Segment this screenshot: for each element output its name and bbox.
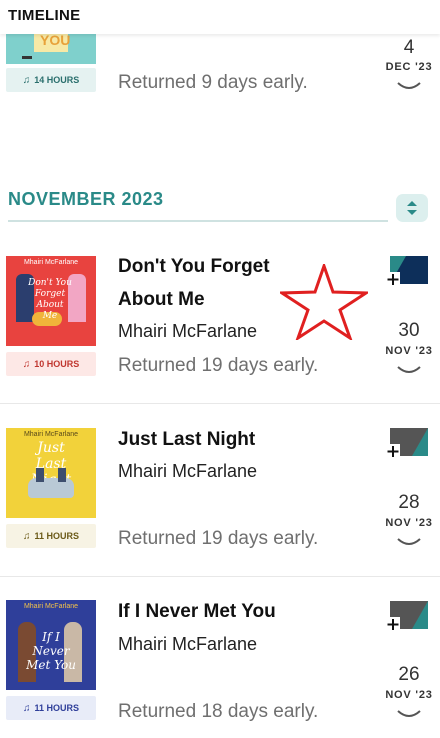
book-cover[interactable]: Mhairi McFarlane Don't You Forget About …	[6, 256, 96, 346]
book-author[interactable]: Mhairi McFarlane	[118, 321, 257, 342]
row-divider	[0, 403, 440, 404]
duration-badge: ♫ 11 HOURS	[6, 524, 96, 548]
headphones-icon: ♫	[22, 74, 31, 86]
collapse-toggle-button[interactable]	[396, 194, 428, 222]
add-to-shelf-icon[interactable]	[384, 599, 430, 633]
chevron-down-icon[interactable]	[396, 536, 422, 550]
returned-text: Returned 18 days early.	[118, 701, 319, 722]
book-cover[interactable]: Mhairi McFarlane Just Last Night	[6, 428, 96, 518]
cover-author: Mhairi McFarlane	[23, 603, 79, 610]
section-divider	[8, 220, 388, 222]
return-month: NOV '23	[385, 689, 433, 701]
chevron-down-icon[interactable]	[396, 80, 422, 94]
add-to-shelf-icon[interactable]	[384, 426, 430, 460]
duration-label: 14 HOURS	[34, 75, 80, 85]
duration-badge: ♫ 11 HOURS	[6, 696, 96, 720]
return-day: 30	[398, 320, 420, 341]
add-to-shelf-icon[interactable]	[384, 254, 430, 288]
return-month: NOV '23	[385, 345, 433, 357]
returned-text: Returned 19 days early.	[118, 528, 319, 549]
book-title[interactable]: Just Last Night	[118, 423, 255, 456]
returned-text: Returned 19 days early.	[118, 355, 319, 376]
collapse-toggle-icon	[407, 201, 417, 215]
duration-label: 11 HOURS	[34, 531, 80, 541]
cover-title: YOU	[40, 32, 71, 48]
duration-label: 10 HOURS	[34, 359, 80, 369]
book-title[interactable]: If I Never Met You	[118, 595, 276, 628]
duration-badge: ♫ 14 HOURS	[6, 68, 96, 92]
top-bar: TIMELINE	[0, 0, 440, 34]
duration-badge: ♫ 10 HOURS	[6, 352, 96, 376]
page-title: TIMELINE	[8, 7, 81, 24]
section-title: NOVEMBER 2023	[8, 189, 164, 209]
book-cover[interactable]: Mhairi McFarlane If I Never Met You	[6, 600, 96, 690]
row-divider	[0, 576, 440, 577]
return-month: DEC '23	[385, 61, 433, 73]
book-author[interactable]: Mhairi McFarlane	[118, 461, 257, 482]
star-annotation-icon	[280, 264, 368, 340]
book-title[interactable]: Don't You Forget About Me	[118, 250, 270, 316]
book-author[interactable]: Mhairi McFarlane	[118, 634, 257, 655]
headphones-icon: ♫	[22, 358, 31, 370]
headphones-icon: ♫	[22, 530, 31, 542]
cover-title: If I Never Met You	[26, 630, 76, 672]
cover-author: Mhairi McFarlane	[23, 259, 79, 266]
cover-author: Mhairi McFarlane	[23, 431, 79, 438]
book-title-line: About Me	[118, 289, 205, 310]
return-month: NOV '23	[385, 517, 433, 529]
return-day: 4	[403, 37, 415, 58]
return-day: 26	[398, 664, 420, 685]
headphones-icon: ♫	[22, 702, 31, 714]
chevron-down-icon[interactable]	[396, 364, 422, 378]
return-day: 28	[398, 492, 420, 513]
chevron-down-icon[interactable]	[396, 708, 422, 722]
returned-text: Returned 9 days early.	[118, 72, 308, 93]
duration-label: 11 HOURS	[34, 703, 80, 713]
book-title-line: Don't You Forget	[118, 256, 270, 277]
cover-title: Don't You Forget About Me	[28, 278, 72, 321]
